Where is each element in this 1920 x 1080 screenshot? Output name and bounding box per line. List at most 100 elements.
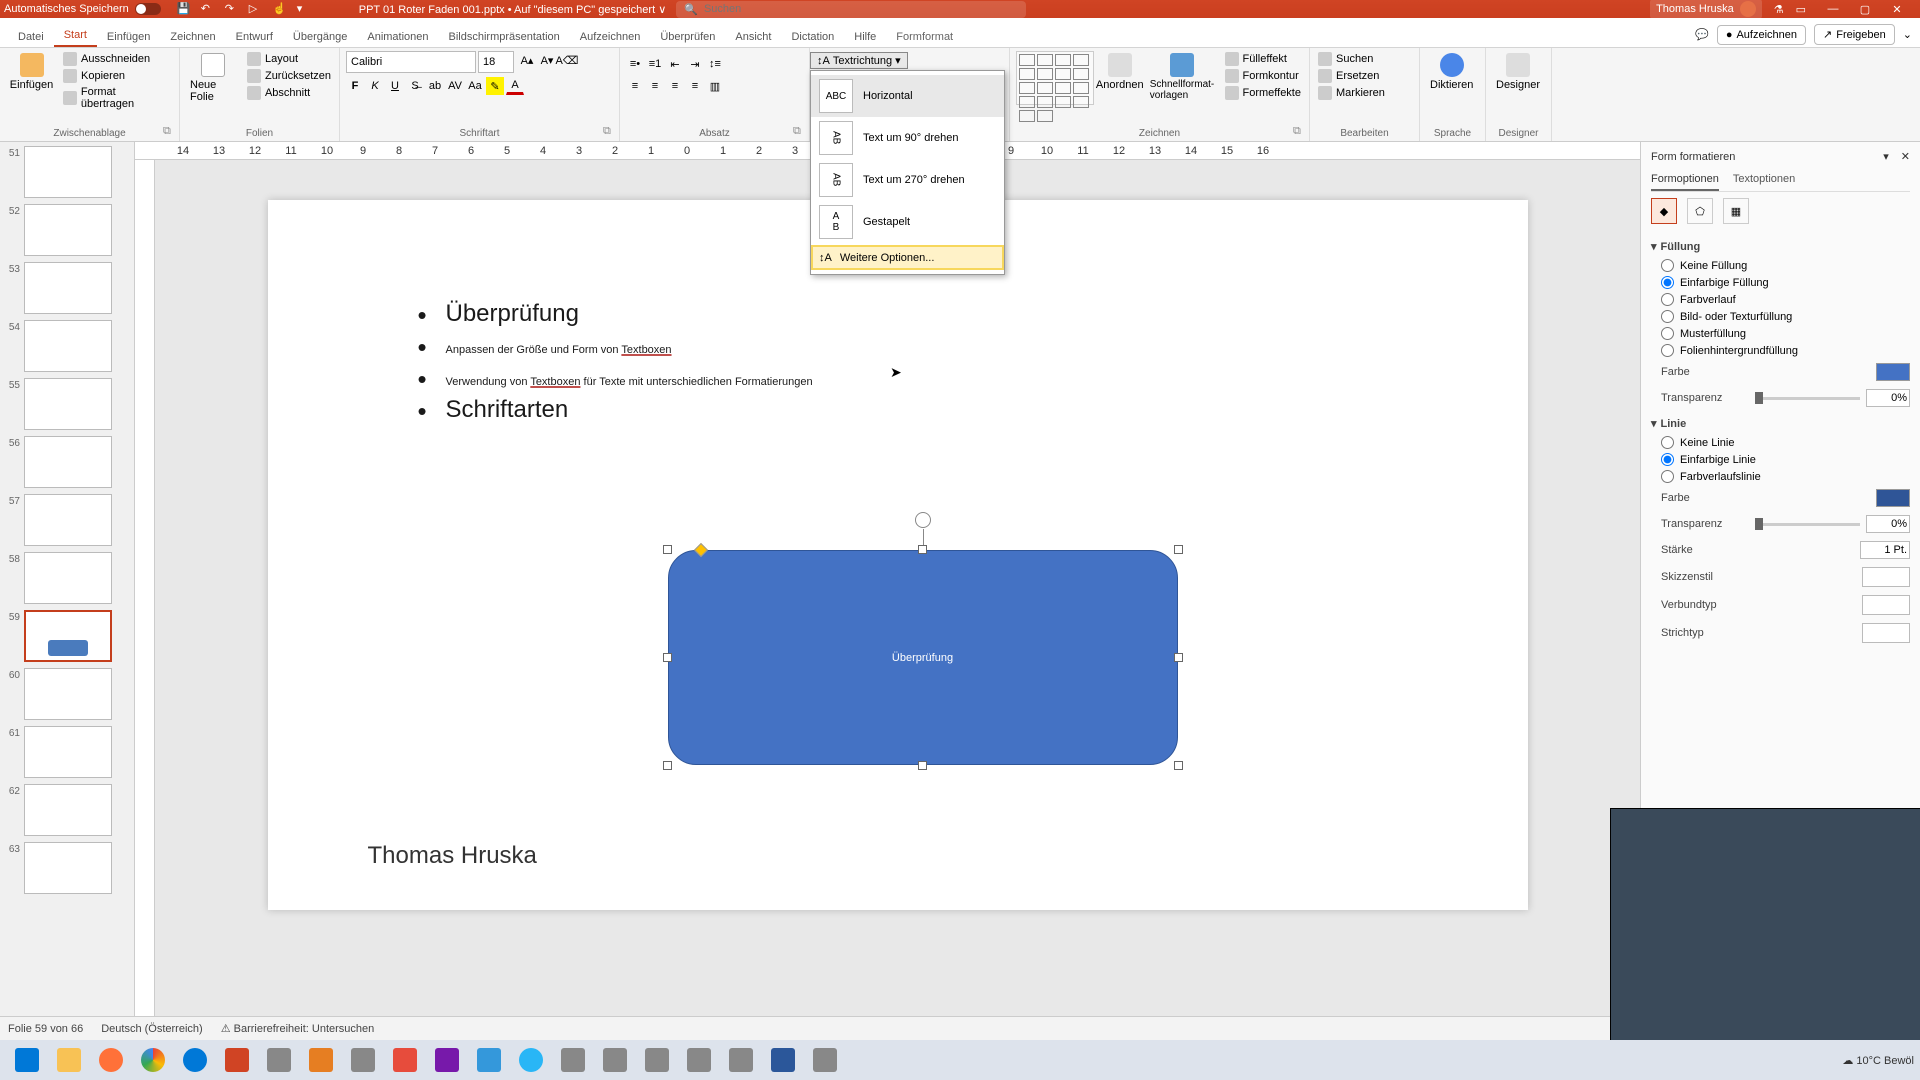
- thumbnail-62[interactable]: 62: [2, 784, 132, 836]
- textdir-more-options[interactable]: ↕A Weitere Optionen...: [811, 245, 1004, 270]
- pane-close-icon[interactable]: ✕: [1901, 150, 1910, 163]
- columns-icon[interactable]: ▥: [706, 77, 724, 95]
- select-button[interactable]: Markieren: [1316, 85, 1387, 101]
- tab-hilfe[interactable]: Hilfe: [844, 25, 886, 47]
- bullet-1[interactable]: Überprüfung: [418, 300, 1528, 328]
- thumbnail-59[interactable]: 59: [2, 610, 132, 662]
- layout-button[interactable]: Layout: [245, 51, 333, 67]
- firefox-icon[interactable]: [90, 1042, 132, 1078]
- tab-uebergaenge[interactable]: Übergänge: [283, 25, 357, 47]
- resize-handle-ml[interactable]: [663, 653, 672, 662]
- app-icon-12[interactable]: [804, 1042, 846, 1078]
- line-width-input[interactable]: [1860, 541, 1910, 559]
- copy-button[interactable]: Kopieren: [61, 68, 173, 84]
- thumbnail-57[interactable]: 57: [2, 494, 132, 546]
- app-icon-6[interactable]: [510, 1042, 552, 1078]
- pane-tab-text[interactable]: Textoptionen: [1733, 169, 1795, 191]
- powerpoint-icon[interactable]: [216, 1042, 258, 1078]
- resize-handle-mr[interactable]: [1174, 653, 1183, 662]
- bullet-3[interactable]: Verwendung von Textboxen für Texte mit u…: [418, 364, 1528, 392]
- touch-mode-icon[interactable]: ☝: [273, 2, 287, 16]
- dash-type-combo[interactable]: [1862, 623, 1910, 643]
- strike-button[interactable]: S̶: [406, 77, 424, 95]
- fill-transp-slider[interactable]: [1755, 397, 1860, 400]
- tab-aufzeichnen[interactable]: Aufzeichnen: [570, 25, 651, 47]
- thumbnail-60[interactable]: 60: [2, 668, 132, 720]
- section-line[interactable]: ▾Linie: [1651, 417, 1910, 430]
- paragraph-launcher-icon[interactable]: ⧉: [793, 125, 807, 139]
- fill-picture[interactable]: Bild- oder Texturfüllung: [1651, 308, 1910, 325]
- textdir-stacked[interactable]: ABGestapelt: [811, 201, 1004, 243]
- numbering-icon[interactable]: ≡1: [646, 55, 664, 73]
- arrange-button[interactable]: Anordnen: [1098, 51, 1142, 93]
- app-icon-11[interactable]: [720, 1042, 762, 1078]
- minimize-button[interactable]: —: [1818, 3, 1848, 16]
- change-case-icon[interactable]: Aa: [466, 77, 484, 95]
- app-icon-3[interactable]: [342, 1042, 384, 1078]
- section-fill[interactable]: ▾Füllung: [1651, 240, 1910, 253]
- search-input[interactable]: [704, 3, 1018, 15]
- textdir-rotate-90[interactable]: ABText um 90° drehen: [811, 117, 1004, 159]
- qat-more-icon[interactable]: ▾: [297, 2, 311, 16]
- app-icon-1[interactable]: [258, 1042, 300, 1078]
- replace-button[interactable]: Ersetzen: [1316, 68, 1387, 84]
- resize-handle-br[interactable]: [1174, 761, 1183, 770]
- bullet-2[interactable]: Anpassen der Größe und Form von Textboxe…: [418, 332, 1528, 360]
- app-icon-8[interactable]: [594, 1042, 636, 1078]
- tab-ueberpruefen[interactable]: Überprüfen: [650, 25, 725, 47]
- fill-none[interactable]: Keine Füllung: [1651, 257, 1910, 274]
- explorer-icon[interactable]: [48, 1042, 90, 1078]
- redo-icon[interactable]: ↷: [225, 2, 239, 16]
- thumbnail-53[interactable]: 53: [2, 262, 132, 314]
- align-center-icon[interactable]: ≡: [646, 77, 664, 95]
- language-indicator[interactable]: Deutsch (Österreich): [101, 1023, 202, 1035]
- tab-start[interactable]: Start: [54, 23, 97, 47]
- tab-dictation[interactable]: Dictation: [781, 25, 844, 47]
- thumbnail-55[interactable]: 55: [2, 378, 132, 430]
- fill-pattern[interactable]: Musterfüllung: [1651, 325, 1910, 342]
- slide-canvas[interactable]: Überprüfung Anpassen der Größe und Form …: [268, 200, 1528, 910]
- shape-effects-button[interactable]: Formeffekte: [1223, 85, 1304, 101]
- thumbnail-52[interactable]: 52: [2, 204, 132, 256]
- paste-button[interactable]: Einfügen: [6, 51, 57, 93]
- shapes-gallery[interactable]: [1016, 51, 1094, 105]
- line-spacing-icon[interactable]: ↕≡: [706, 55, 724, 73]
- compound-type-combo[interactable]: [1862, 595, 1910, 615]
- fill-gradient[interactable]: Farbverlauf: [1651, 291, 1910, 308]
- accessibility-check[interactable]: ⚠ Barrierefreiheit: Untersuchen: [221, 1022, 375, 1035]
- pane-tab-shape[interactable]: Formoptionen: [1651, 169, 1719, 191]
- tab-animationen[interactable]: Animationen: [357, 25, 438, 47]
- line-transp-input[interactable]: [1866, 515, 1910, 533]
- thumbnail-61[interactable]: 61: [2, 726, 132, 778]
- thumbnail-51[interactable]: 51: [2, 146, 132, 198]
- fill-line-icon[interactable]: ◆: [1651, 198, 1677, 224]
- line-none[interactable]: Keine Linie: [1651, 434, 1910, 451]
- weather-widget[interactable]: ☁ 10°C Bewöl: [1842, 1054, 1914, 1067]
- thumbnail-54[interactable]: 54: [2, 320, 132, 372]
- decrease-font-icon[interactable]: A▾: [538, 51, 556, 69]
- account-button[interactable]: Thomas Hruska: [1650, 0, 1762, 19]
- drawing-launcher-icon[interactable]: ⧉: [1293, 125, 1307, 139]
- line-color-swatch[interactable]: [1876, 489, 1910, 507]
- start-button[interactable]: [6, 1042, 48, 1078]
- shadow-button[interactable]: ab: [426, 77, 444, 95]
- resize-handle-bm[interactable]: [918, 761, 927, 770]
- outdent-icon[interactable]: ⇤: [666, 55, 684, 73]
- char-spacing-icon[interactable]: AV: [446, 77, 464, 95]
- selected-shape[interactable]: Überprüfung: [668, 550, 1178, 765]
- app-icon-5[interactable]: [468, 1042, 510, 1078]
- tab-bildschirm[interactable]: Bildschirmpräsentation: [439, 25, 570, 47]
- shape-fill-button[interactable]: Fülleffekt: [1223, 51, 1304, 67]
- app-icon-2[interactable]: [300, 1042, 342, 1078]
- app-icon-7[interactable]: [552, 1042, 594, 1078]
- line-solid[interactable]: Einfarbige Linie: [1651, 451, 1910, 468]
- resize-handle-tl[interactable]: [663, 545, 672, 554]
- save-icon[interactable]: 💾: [177, 2, 191, 16]
- slide-indicator[interactable]: Folie 59 von 66: [8, 1023, 83, 1035]
- size-tab-icon[interactable]: ▦: [1723, 198, 1749, 224]
- tab-datei[interactable]: Datei: [8, 25, 54, 47]
- align-left-icon[interactable]: ≡: [626, 77, 644, 95]
- record-button[interactable]: ●Aufzeichnen: [1717, 25, 1806, 45]
- fill-color-swatch[interactable]: [1876, 363, 1910, 381]
- ribbon-display-icon[interactable]: ▭: [1796, 3, 1806, 16]
